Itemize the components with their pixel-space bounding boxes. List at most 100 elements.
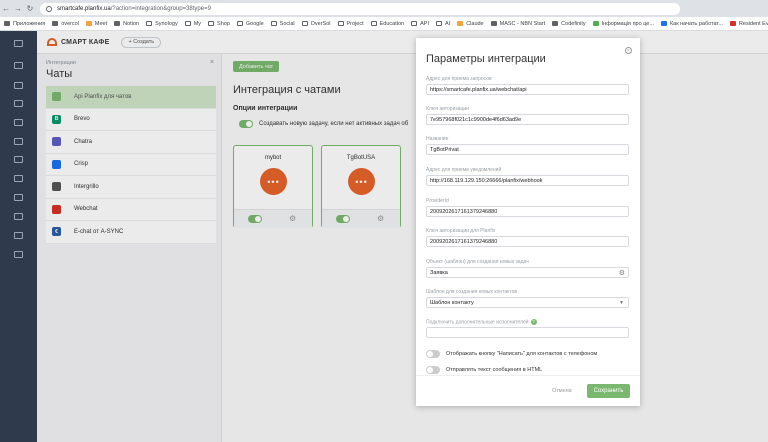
meet-icon [85, 21, 92, 26]
site-icon [660, 21, 667, 26]
auth-key-input[interactable]: 7e957968f021c1c9900de4f6d63ad9e [426, 114, 629, 125]
bookmark-item[interactable]: Інформація про це... [592, 20, 654, 27]
extra-assignees-label: Подключить дополнительные исполнителей [426, 319, 529, 326]
folder-icon [184, 21, 191, 26]
integrations-icon[interactable] [14, 213, 23, 220]
bookmark-label: AI [444, 20, 451, 27]
bookmark-item[interactable]: Codefinity [552, 20, 586, 27]
bookmark-label: API [420, 20, 429, 27]
field-provider-id: ProviderId 2009202617161379246880 [426, 198, 629, 217]
contact-template-select[interactable]: Шаблон контакту ▼ [426, 297, 629, 308]
save-button[interactable]: Сохранить [587, 384, 630, 398]
bookmark-label: Інформація про це... [601, 20, 654, 27]
field-label: Подключить дополнительные исполнителей? [426, 319, 629, 327]
bookmark-item[interactable]: MASC - NBN Start [490, 20, 546, 27]
claude-icon [457, 21, 464, 26]
write-button-label: Отображать кнопку "Написать" для контакт… [446, 351, 598, 357]
bookmark-item[interactable]: Shop [208, 21, 230, 27]
bookmark-label: OverSol [310, 20, 331, 27]
field-task-template: Объект (шаблон) для создания новых задач… [426, 259, 629, 278]
bookmark-item[interactable]: overcol [52, 21, 79, 27]
site-icon [52, 21, 59, 26]
field-planfix-key: Ключ авторизации для Planfix 20092026171… [426, 228, 629, 247]
field-label: Адрес для приема уведомлений [426, 167, 502, 173]
cancel-button[interactable]: Отмена [552, 388, 572, 394]
field-label: Ключ авторизации для Planfix [426, 228, 496, 234]
provider-id-input[interactable]: 2009202617161379246880 [426, 206, 629, 217]
back-icon[interactable]: ← [0, 3, 12, 15]
name-input[interactable]: TgBotPrivat [426, 144, 629, 155]
site-info-icon[interactable] [46, 5, 52, 12]
bookmark-item[interactable]: AI [435, 20, 451, 27]
menu-icon[interactable] [14, 40, 23, 47]
contacts-icon[interactable] [14, 119, 23, 126]
bookmark-item[interactable]: Synology [146, 21, 178, 27]
bookmark-label: Notion [123, 20, 140, 27]
tasks-icon[interactable] [14, 62, 23, 69]
dialog-title: Параметры интеграции [426, 53, 546, 65]
folder-icon [370, 21, 377, 26]
bookmark-item[interactable]: Resident Evil Villag [729, 20, 768, 27]
bookmark-item[interactable]: Claude [457, 20, 484, 27]
help-icon[interactable]: ? [530, 319, 537, 325]
bookmark-item[interactable]: OverSol [301, 20, 331, 27]
chat-icon[interactable] [14, 82, 23, 89]
field-label: Ключ авторизации [426, 106, 469, 112]
codefinity-icon [552, 21, 559, 26]
bookmark-label: Shop [217, 20, 230, 27]
field-label: Адрес для приема запросов [426, 76, 492, 82]
bookmark-item[interactable]: Social [270, 21, 295, 27]
url-path: /?action=integration&group=38type=9 [110, 5, 211, 12]
planfix-key-input[interactable]: 2009202617161379246880 [426, 236, 629, 247]
close-icon[interactable]: × [625, 47, 632, 54]
bookmark-label: Education [379, 20, 405, 27]
site-icon [592, 21, 599, 26]
write-button-toggle[interactable] [426, 350, 440, 358]
field-label: Название [426, 136, 449, 142]
calendar-icon[interactable] [14, 138, 23, 145]
bookmark-label: overcol [61, 20, 79, 27]
bookmark-item[interactable]: Project [337, 21, 364, 27]
folder-icon [208, 21, 215, 26]
bookmark-label: Resident Evil Villag [738, 20, 768, 27]
bookmark-item[interactable]: Meet [85, 20, 108, 27]
folder-icon [411, 21, 418, 26]
field-label: Объект (шаблон) для создания новых задач [426, 259, 529, 265]
webhook-url-input[interactable]: http://168.119.129.150:26666/planfix/web… [426, 175, 629, 186]
bookmark-label: Claude [466, 20, 484, 27]
field-label: ProviderId [426, 198, 449, 204]
bookmarks-bar: Приложения overcol Meet Notion Synology My Sho… [0, 17, 768, 31]
browser-toolbar: ← → ↻ smartcafe.planfix.ua/?action=integ… [0, 0, 768, 17]
reload-icon[interactable]: ↻ [24, 3, 36, 15]
bookmark-item[interactable]: API [411, 21, 429, 27]
more-icon[interactable] [14, 232, 23, 239]
bookmark-label: Google [245, 20, 264, 27]
extra-assignees-input[interactable] [426, 327, 629, 338]
bookmark-item[interactable]: Google [236, 20, 264, 27]
bookmark-item[interactable]: Notion [114, 21, 139, 27]
address-bar[interactable]: smartcafe.planfix.ua/?action=integration… [40, 2, 680, 15]
bookmark-item[interactable]: Education [370, 20, 405, 27]
field-contact-template: Шаблон для создания новых контактов Шабл… [426, 289, 629, 308]
bookmark-label: MASC - NBN Start [499, 20, 546, 27]
forward-icon[interactable]: → [12, 3, 24, 15]
modal-overlay[interactable] [37, 31, 768, 442]
html-toggle[interactable] [426, 366, 440, 374]
bookmark-label: Meet [94, 20, 108, 27]
bookmark-item[interactable]: Как начать работат... [660, 21, 723, 27]
task-template-input[interactable]: Заявка ⚙ [426, 267, 629, 278]
projects-icon[interactable] [14, 175, 23, 182]
request-url-input[interactable]: https://smartcafe.planfix.ua/webchat/api [426, 84, 629, 95]
bookmark-label: Codefinity [561, 20, 586, 27]
bookmark-item[interactable]: My [184, 21, 201, 27]
html-label: Отправлять текст сообщения в HTML [446, 367, 543, 373]
settings-icon[interactable] [14, 194, 23, 201]
files-icon[interactable] [14, 100, 23, 107]
bookmark-item[interactable]: Приложения [4, 21, 45, 27]
contact-template-value: Шаблон контакту [430, 299, 474, 306]
add-icon[interactable] [14, 251, 23, 258]
apps-icon [4, 21, 10, 26]
folder-icon [236, 21, 243, 26]
reports-icon[interactable] [14, 156, 23, 163]
gear-icon[interactable]: ⚙ [619, 269, 625, 277]
